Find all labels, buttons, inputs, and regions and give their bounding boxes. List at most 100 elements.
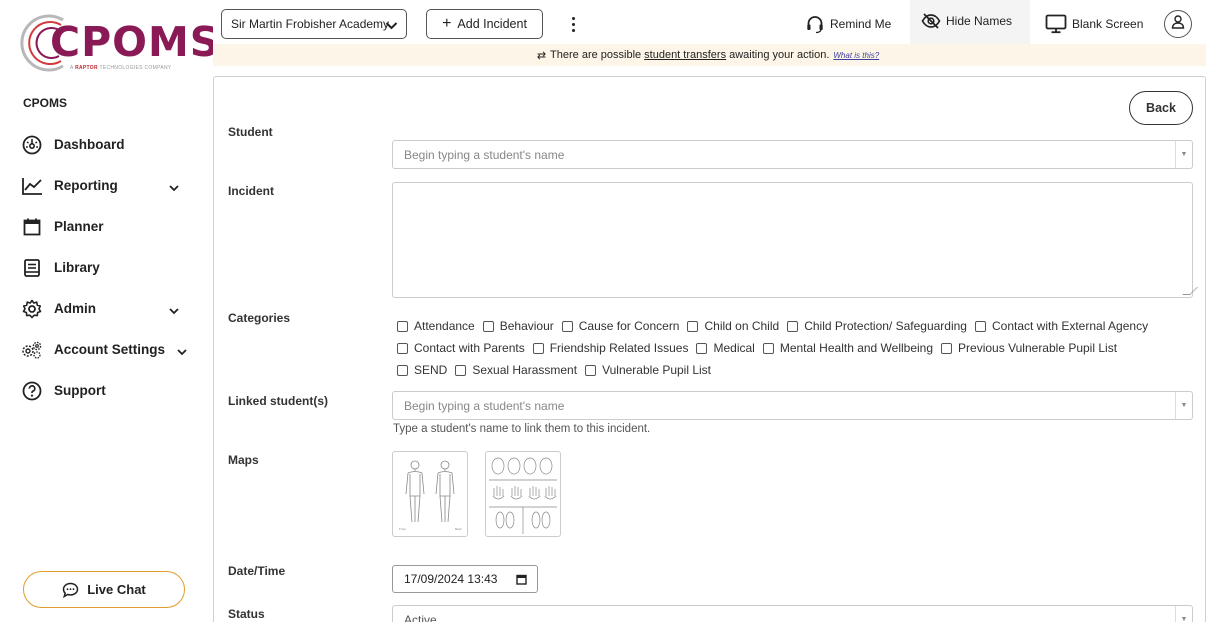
remind-me-button[interactable]: Remind Me (805, 14, 891, 34)
checkbox-box[interactable] (561, 320, 573, 332)
category-label: Medical (713, 341, 755, 355)
add-incident-button[interactable]: + Add Incident (426, 9, 543, 39)
hide-names-button[interactable]: Hide Names (921, 12, 1012, 30)
gear-icon (20, 297, 44, 321)
chevron-down-icon (168, 302, 180, 320)
checkbox-box[interactable] (532, 342, 544, 354)
category-label: Contact with Parents (414, 341, 525, 355)
calendar-icon (20, 215, 44, 239)
category-checkbox[interactable]: Behaviour (482, 319, 554, 333)
category-checkbox[interactable]: SEND (397, 363, 447, 377)
sidebar-item-label: Library (54, 260, 100, 275)
sidebar-item-reporting[interactable]: Reporting (20, 165, 190, 206)
checkbox-box[interactable] (585, 364, 597, 376)
student-select[interactable]: Begin typing a student's name ▼ (392, 140, 1193, 169)
category-label: Mental Health and Wellbeing (779, 341, 934, 355)
live-chat-button[interactable]: Live Chat (23, 571, 185, 608)
monitor-icon (1045, 14, 1067, 34)
sidebar-item-admin[interactable]: Admin (20, 288, 190, 329)
sidebar-item-label: Account Settings (54, 342, 166, 357)
category-checkbox[interactable]: Contact with External Agency (974, 319, 1149, 333)
category-label: Contact with External Agency (991, 319, 1149, 333)
category-checkbox[interactable]: Sexual Harassment (455, 363, 577, 377)
categories-row: Attendance Behaviour Cause for Concern C… (397, 315, 1197, 337)
what-is-this-link[interactable]: What is this? (833, 51, 879, 60)
category-label: Sexual Harassment (472, 363, 578, 377)
notice-text-pre: There are possible (550, 49, 642, 61)
sidebar-item-label: Support (54, 383, 106, 398)
sidebar-item-label: Reporting (54, 178, 118, 193)
checkbox-box[interactable] (397, 364, 408, 376)
checkbox-box[interactable] (941, 342, 953, 354)
category-checkbox[interactable]: Vulnerable Pupil List (585, 363, 711, 377)
checkbox-box[interactable] (455, 364, 467, 376)
more-options-icon[interactable] (568, 12, 578, 36)
category-checkbox[interactable]: Previous Vulnerable Pupil List (941, 341, 1117, 355)
category-label: SEND (414, 363, 448, 377)
body-map-thumbnail[interactable]: Front Back (392, 451, 468, 537)
sidebar-nav: Dashboard Reporting Planner Library Admi… (20, 124, 190, 411)
resize-handle-icon[interactable] (1182, 287, 1198, 295)
add-incident-label: Add Incident (457, 17, 527, 31)
checkbox-box[interactable] (787, 320, 799, 332)
sidebar-item-support[interactable]: Support (20, 370, 190, 411)
school-select-value: Sir Martin Frobisher Academy (231, 17, 390, 31)
datetime-input[interactable]: 17/09/2024 13:43 (392, 565, 538, 593)
category-checkbox[interactable]: Child on Child (687, 319, 779, 333)
datetime-label: Date/Time (228, 564, 286, 578)
cpoms-logo[interactable]: CPOMS A RAPTOR TECHNOLOGIES COMPANY (16, 10, 219, 76)
categories-checkbox-group: Attendance Behaviour Cause for Concern C… (397, 315, 1197, 381)
user-menu-button[interactable] (1164, 10, 1192, 38)
logo-text: CPOMS (50, 18, 221, 66)
status-select[interactable]: Active ▼ (392, 605, 1193, 622)
transfer-notice-banner: ⇄ There are possible student transfers a… (213, 44, 1206, 66)
head-hands-feet-map-thumbnail[interactable] (485, 451, 561, 537)
plus-icon: + (442, 15, 452, 32)
category-label: Attendance (414, 319, 475, 333)
notice-text-post: awaiting your action. (729, 49, 830, 61)
category-checkbox[interactable]: Attendance (397, 319, 475, 333)
book-icon (20, 256, 44, 280)
sidebar-heading: CPOMS (23, 96, 68, 110)
sidebar: CPOMS A RAPTOR TECHNOLOGIES COMPANY CPOM… (0, 0, 219, 622)
category-checkbox[interactable]: Cause for Concern (561, 319, 679, 333)
sidebar-item-label: Dashboard (54, 137, 125, 152)
checkbox-box[interactable] (397, 320, 408, 332)
checkbox-box[interactable] (762, 342, 774, 354)
gears-icon (20, 338, 44, 362)
linked-students-select[interactable]: Begin typing a student's name ▼ (392, 391, 1193, 420)
checkbox-box[interactable] (687, 320, 699, 332)
chart-line-icon (20, 174, 44, 198)
incident-label: Incident (228, 184, 275, 198)
checkbox-box[interactable] (397, 342, 408, 354)
checkbox-box[interactable] (696, 342, 708, 354)
user-icon (1170, 14, 1186, 35)
category-checkbox[interactable]: Contact with Parents (397, 341, 525, 355)
checkbox-box[interactable] (974, 320, 986, 332)
checkbox-box[interactable] (482, 320, 494, 332)
sidebar-item-library[interactable]: Library (20, 247, 190, 288)
status-value: Active (404, 612, 437, 622)
student-transfers-link[interactable]: student transfers (644, 49, 726, 61)
category-checkbox[interactable]: Mental Health and Wellbeing (762, 341, 934, 355)
category-checkbox[interactable]: Medical (696, 341, 755, 355)
blank-screen-button[interactable]: Blank Screen (1045, 14, 1143, 34)
calendar-icon[interactable] (516, 574, 527, 588)
school-select[interactable]: Sir Martin Frobisher Academy (221, 9, 407, 39)
sidebar-item-dashboard[interactable]: Dashboard (20, 124, 190, 165)
student-label: Student (228, 125, 273, 139)
transfer-arrows-icon: ⇄ (536, 49, 547, 62)
sidebar-item-account-settings[interactable]: Account Settings (20, 329, 190, 370)
hide-names-label: Hide Names (946, 14, 1013, 28)
category-checkbox[interactable]: Friendship Related Issues (532, 341, 688, 355)
back-button[interactable]: Back (1129, 91, 1193, 125)
dropdown-arrow-icon: ▼ (1175, 392, 1192, 419)
category-checkbox[interactable]: Child Protection/ Safeguarding (787, 319, 967, 333)
category-label: Behaviour (499, 319, 554, 333)
sidebar-item-label: Planner (54, 219, 104, 234)
category-label: Vulnerable Pupil List (602, 363, 712, 377)
body-map-icon: Front Back (399, 460, 462, 531)
incident-textarea[interactable] (392, 182, 1198, 298)
category-label: Child Protection/ Safeguarding (804, 319, 967, 333)
sidebar-item-planner[interactable]: Planner (20, 206, 190, 247)
